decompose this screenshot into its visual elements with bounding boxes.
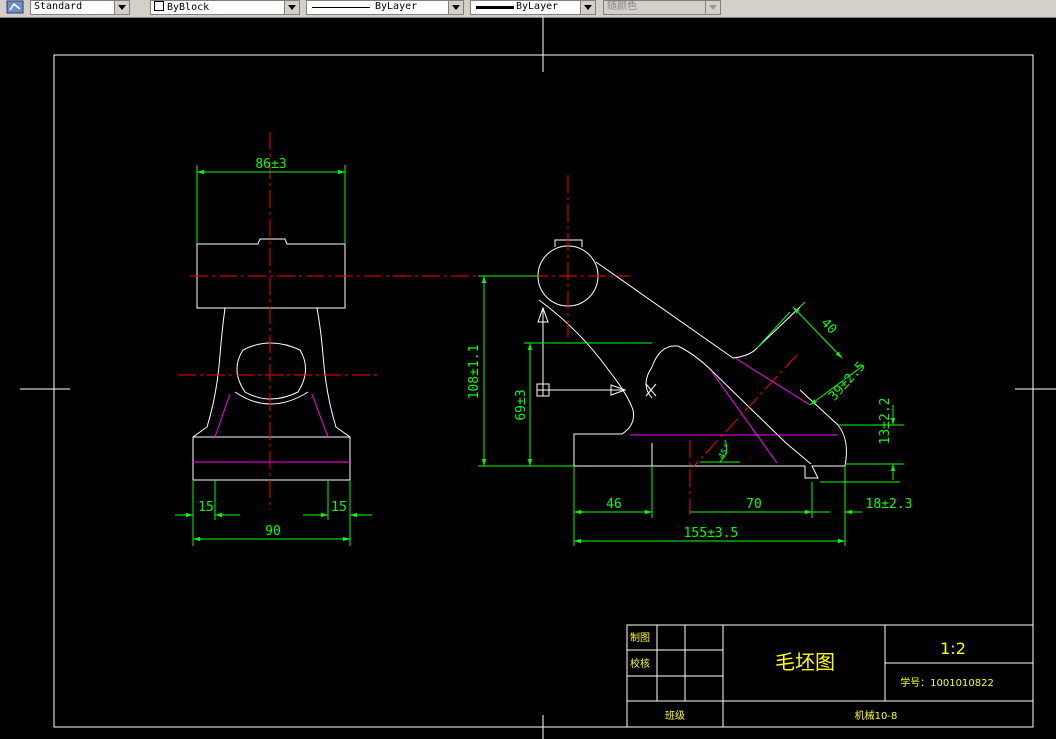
chevron-down-icon[interactable] <box>580 1 595 14</box>
right-view-dimensions <box>478 275 904 546</box>
color-select[interactable]: ByBlock <box>150 0 300 15</box>
student-number: 学号：1001010822 <box>900 676 994 689</box>
dim-86: 86±3 <box>255 157 286 172</box>
right-view-outline <box>537 239 847 479</box>
class-value: 机械10-8 <box>855 709 898 722</box>
left-view: 86±3 15 15 90 <box>175 132 480 546</box>
lineweight-preview <box>476 6 514 9</box>
dim-108: 108±1.1 <box>467 345 482 400</box>
dim-46: 46 <box>606 497 622 512</box>
crosshair-cursor <box>20 17 1056 739</box>
linetype-select[interactable]: ByLayer <box>306 0 464 15</box>
left-view-dimensions <box>175 165 372 546</box>
chevron-down-icon[interactable] <box>284 1 299 14</box>
dim-90: 90 <box>265 524 281 539</box>
color-swatch-icon <box>154 1 164 11</box>
right-view: 108±1.1 69±3 46 70 155±3.5 40 39±2.5 13±… <box>467 175 912 546</box>
lineweight-value: ByLayer <box>516 1 559 12</box>
dim-39: 39±2.5 <box>826 359 869 404</box>
dim-69: 69±3 <box>514 389 529 420</box>
ucs-icon <box>536 306 657 397</box>
chevron-down-icon <box>705 1 720 14</box>
dim-angle: 45° <box>717 442 734 461</box>
drawing-canvas[interactable]: 86±3 15 15 90 108±1.1 69±3 46 70 155±3.5… <box>0 17 1056 739</box>
dim-13: 13±2.2 <box>878 398 893 445</box>
plot-style-value: 随颜色 <box>607 1 637 12</box>
right-view-hidden-lines <box>630 357 838 464</box>
checked-by-label: 校核 <box>630 657 650 670</box>
text-style-icon[interactable] <box>4 0 26 14</box>
chevron-down-icon[interactable] <box>448 1 463 14</box>
properties-toolbar: Standard ByBlock ByLayer ByLayer 随颜色 <box>0 0 1056 18</box>
lineweight-select[interactable]: ByLayer <box>470 0 596 15</box>
color-value: ByBlock <box>167 2 210 13</box>
drawing-title: 毛坯图 <box>775 650 835 674</box>
dim-40: 40 <box>818 316 840 338</box>
text-style-select[interactable]: Standard <box>30 0 130 15</box>
left-view-outline <box>192 238 351 481</box>
linetype-value: ByLayer <box>375 1 418 12</box>
linetype-preview <box>312 7 370 8</box>
chevron-down-icon[interactable] <box>114 1 129 14</box>
class-label: 班级 <box>665 710 685 722</box>
plot-style-select: 随颜色 <box>603 0 721 15</box>
right-view-centerlines <box>530 175 798 515</box>
dim-15-right: 15 <box>331 500 347 515</box>
scale-value: 1:2 <box>940 639 966 658</box>
dim-18: 18±2.3 <box>866 497 913 512</box>
text-style-value: Standard <box>34 1 83 12</box>
title-block: 制图 校核 班级 毛坯图 1:2 学号：1001010822 机械10-8 <box>626 624 1034 728</box>
drawn-by-label: 制图 <box>630 631 650 644</box>
dim-70: 70 <box>746 497 762 512</box>
dim-15-left: 15 <box>198 500 214 515</box>
dim-155: 155±3.5 <box>684 526 739 541</box>
